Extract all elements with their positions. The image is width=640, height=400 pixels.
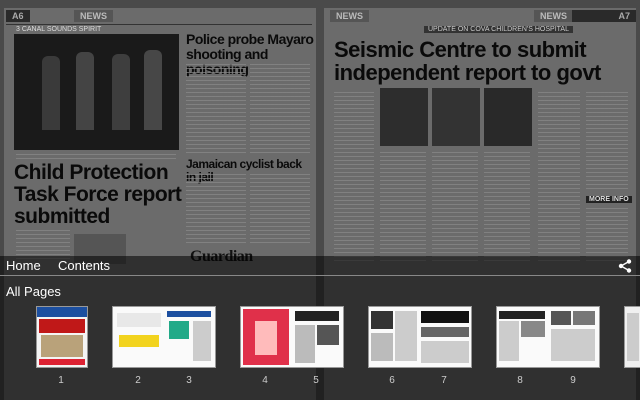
reader-toolbar: Home Contents — [0, 256, 640, 276]
left-page-label: A6 — [6, 10, 30, 22]
page-thumbnail-10[interactable] — [624, 306, 640, 368]
left-section-tag: NEWS — [74, 10, 113, 22]
page-thumbnail-2-3[interactable] — [112, 306, 216, 368]
page-number: 3 — [186, 375, 192, 386]
headshot-1 — [380, 88, 428, 146]
more-info-box: MORE INFO — [586, 196, 632, 203]
page-number: 7 — [441, 375, 447, 386]
right-section-tag: NEWS — [534, 10, 573, 22]
right-page-label: A7 — [572, 10, 636, 22]
headshot-3 — [484, 88, 532, 146]
contents-button[interactable]: Contents — [58, 258, 110, 274]
all-pages-title: All Pages — [6, 284, 61, 299]
page-number: 9 — [570, 375, 576, 386]
page-thumbnail-1[interactable] — [36, 306, 88, 368]
page-number: 5 — [313, 375, 319, 386]
page-thumbnail-6-7[interactable] — [368, 306, 472, 368]
story-headline-seismic: Seismic Centre to submit independent rep… — [334, 37, 601, 85]
photo-caption: 3 CANAL SOUNDS SPIRIT — [16, 26, 102, 33]
page-number: 2 — [135, 375, 141, 386]
all-pages-panel: All Pages 1 2 3 4 5 6 7 8 9 — [0, 276, 640, 400]
right-section-tag-left: NEWS — [330, 10, 369, 22]
page-thumbnail-8-9[interactable] — [496, 306, 600, 368]
page-number: 4 — [262, 375, 268, 386]
home-button[interactable]: Home — [6, 258, 41, 274]
page-number: 8 — [517, 375, 523, 386]
headshot-2 — [432, 88, 480, 146]
page-number: 1 — [58, 375, 64, 386]
page-number: 6 — [389, 375, 395, 386]
share-icon[interactable] — [618, 259, 632, 273]
right-kicker: UPDATE ON COVA CHILDREN'S HOSPITAL — [424, 26, 573, 33]
page-thumbnail-4-5[interactable] — [240, 306, 344, 368]
story-headline-child-protection: Child Protection Task Force report submi… — [14, 161, 182, 228]
singers-photo — [14, 34, 179, 150]
